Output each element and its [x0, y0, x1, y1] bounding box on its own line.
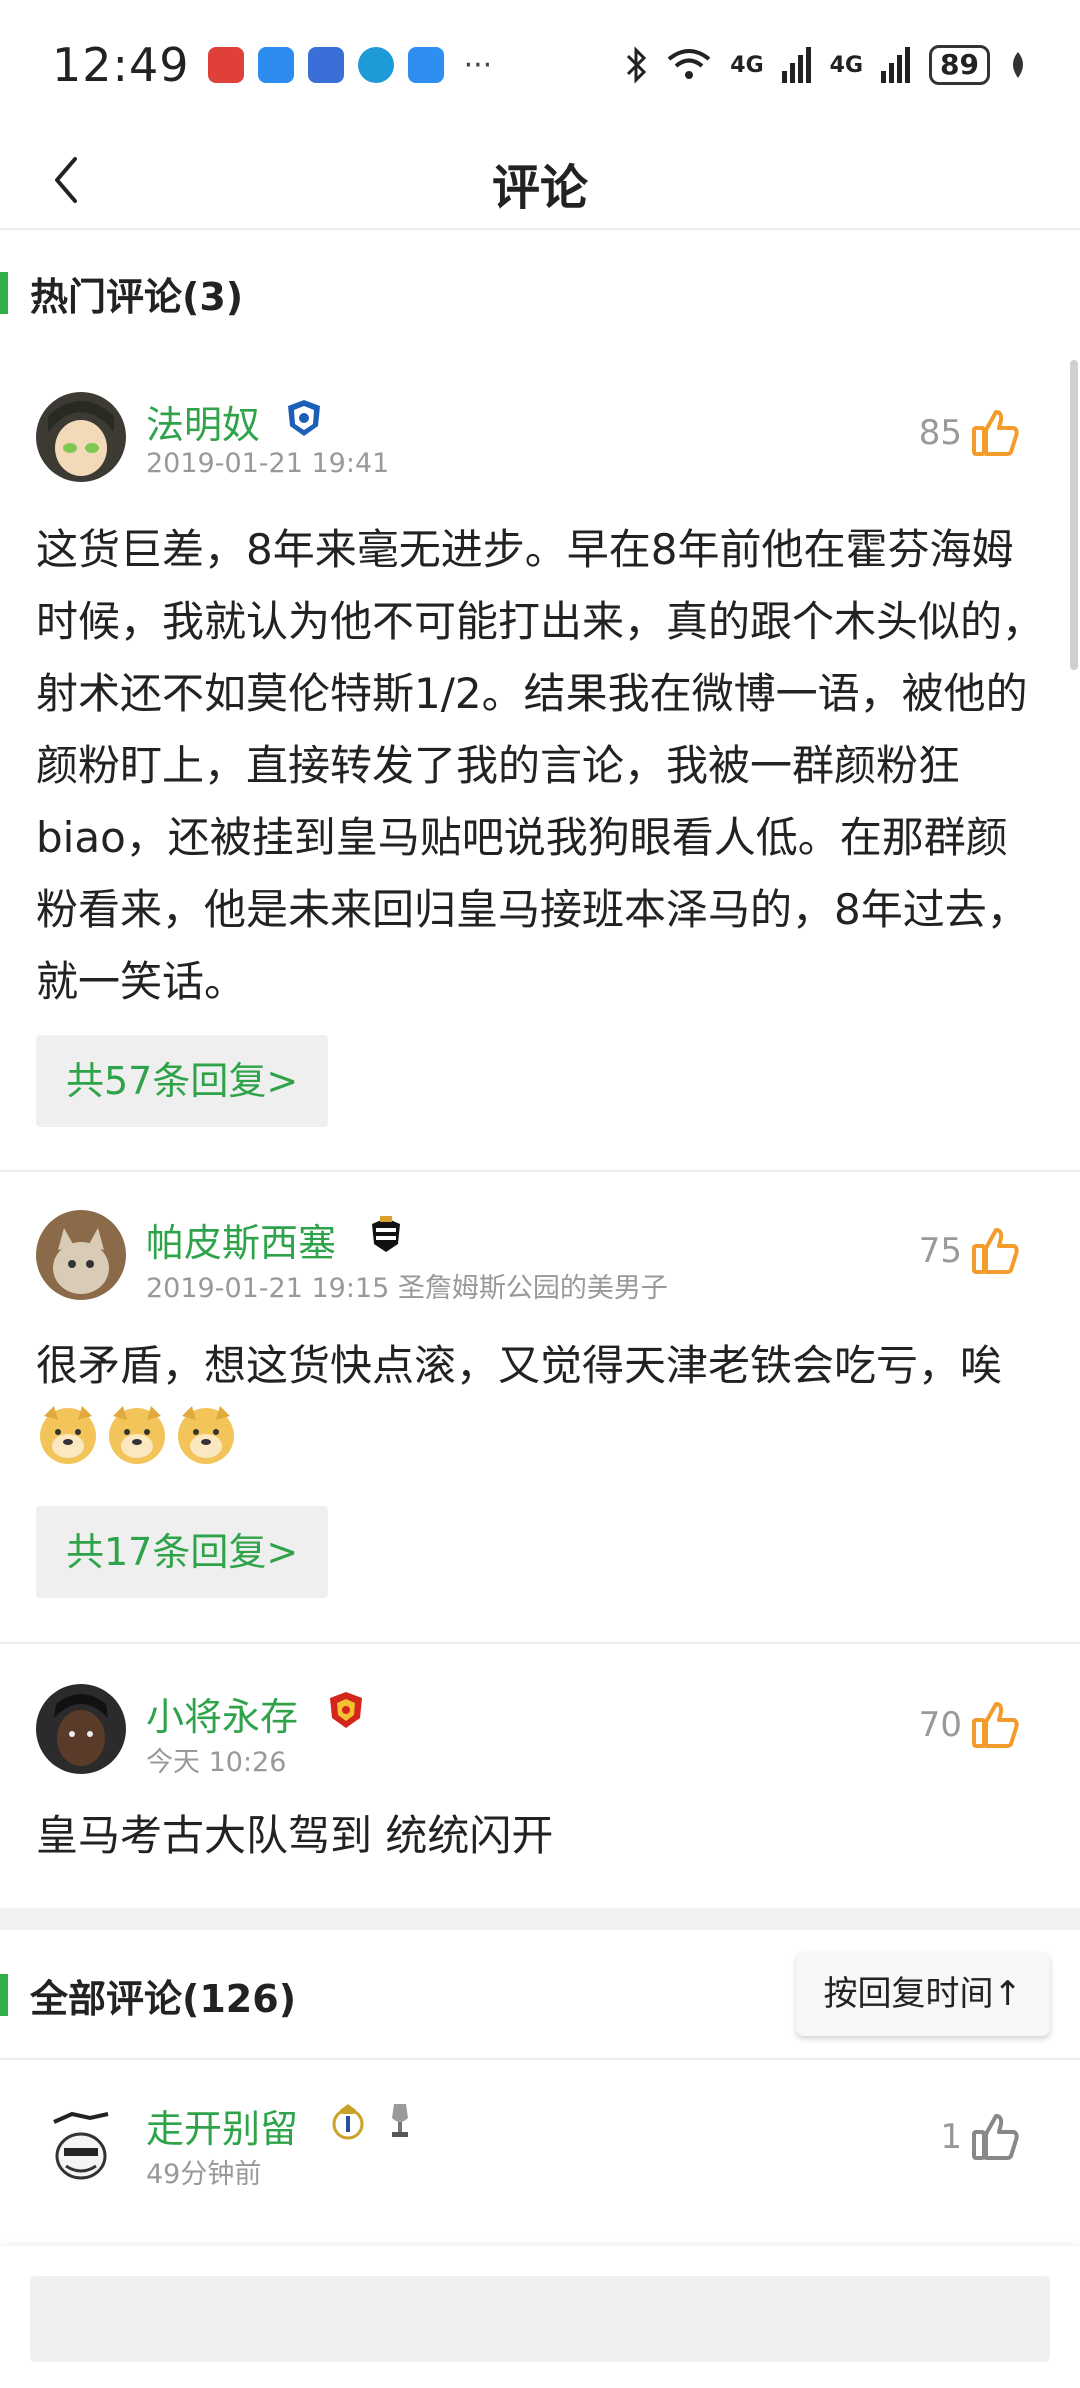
more-notifications-icon: ···	[463, 47, 493, 83]
leaf-icon	[1013, 52, 1023, 78]
all-comments-title: 全部评论(126)	[30, 1976, 297, 2021]
scrollbar[interactable]	[1070, 360, 1078, 670]
comment-item: 走开别留 49分钟前 1	[0, 2094, 1080, 2224]
like-button[interactable]: 70	[919, 1700, 1020, 1750]
doge-emoji-icon	[36, 1402, 100, 1470]
avatar[interactable]	[36, 1210, 126, 1300]
divider	[0, 1170, 1080, 1172]
view-replies-button[interactable]: 共17条回复>	[36, 1506, 329, 1598]
avatar[interactable]	[36, 2100, 126, 2190]
comment-item: 法明奴 2019-01-21 19:41 85 这货巨差，8年来毫无进步。早在8…	[0, 390, 1080, 1170]
section-accent-bar	[0, 272, 8, 314]
doge-emoji-icon	[105, 1402, 169, 1470]
thumbs-up-icon	[972, 1228, 1019, 1274]
signal-1-label: 4G	[730, 52, 764, 78]
comment-timestamp: 今天 10:26	[146, 1747, 287, 1778]
app-notification-icon	[207, 47, 244, 83]
weather-app-icon	[407, 47, 444, 83]
avatar[interactable]	[36, 392, 126, 482]
team-badge-icon	[332, 2104, 364, 2140]
comment-timestamp: 2019-01-21 19:41	[146, 448, 390, 479]
trophy-icon	[392, 2104, 408, 2137]
username[interactable]: 小将永存	[146, 1686, 298, 1741]
team-badge-icon	[288, 400, 320, 436]
signal-2-label: 4G	[829, 52, 864, 78]
comment-text: 很矛盾，想这货快点滚，又觉得天津老铁会吃亏，唉	[36, 1341, 1003, 1390]
like-count: 75	[918, 1231, 962, 1271]
message-app-icon	[257, 47, 294, 83]
comment-text: 这货巨差，8年来毫无进步。早在8年前他在霍芬海姆时候，我就认为他不可能打出来，真…	[36, 525, 1045, 1006]
divider	[0, 1642, 1080, 1644]
avatar[interactable]	[36, 1684, 126, 1774]
battery-level: 89	[929, 45, 990, 85]
thumbs-up-icon	[972, 2114, 1019, 2160]
comment-body: 很矛盾，想这货快点滚，又觉得天津老铁会吃亏，唉	[36, 1330, 1046, 1470]
comment-item: 小将永存 今天 10:26 70 皇马考古大队驾到 统统闪开	[0, 1684, 1080, 1904]
comment-input[interactable]	[30, 2276, 1050, 2362]
browser-app-icon	[307, 47, 344, 83]
comment-timestamp: 2019-01-21 19:15 圣詹姆斯公园的美男子	[146, 1273, 668, 1304]
status-bar: 12:49 ··· 4G 4G 89	[0, 0, 1080, 130]
like-count: 1	[940, 2117, 962, 2157]
status-time: 12:49	[52, 38, 190, 92]
thumbs-up-icon	[972, 1702, 1019, 1748]
comment-text: 皇马考古大队驾到 统统闪开	[36, 1811, 554, 1860]
doge-emoji-icon	[174, 1402, 238, 1470]
team-badge-icon	[372, 1216, 400, 1252]
like-count: 70	[918, 1705, 962, 1745]
like-button[interactable]: 1	[940, 2112, 1020, 2162]
comment-timestamp: 49分钟前	[146, 2159, 262, 2190]
signal-1-icon	[781, 47, 811, 83]
username[interactable]: 法明奴	[146, 394, 260, 449]
section-separator	[0, 1908, 1080, 1930]
notification-icons: ···	[207, 47, 493, 83]
signal-2-icon	[881, 47, 911, 83]
thumbs-up-icon	[972, 410, 1019, 456]
team-badge-icon	[330, 1692, 362, 1728]
edge-app-icon	[357, 47, 394, 83]
like-button[interactable]: 75	[919, 1226, 1020, 1276]
wifi-icon	[668, 49, 711, 79]
comment-input-bar	[0, 2246, 1080, 2388]
like-count: 85	[918, 413, 962, 453]
username[interactable]: 帕皮斯西塞	[146, 1212, 336, 1267]
hot-comments-header: 热门评论(3)	[0, 238, 1080, 348]
title-bar: 评论	[0, 130, 1080, 230]
username[interactable]: 走开别留	[146, 2098, 298, 2153]
sort-by-reply-time-button[interactable]: 按回复时间↑	[795, 1952, 1050, 2036]
hot-comments-title: 热门评论(3)	[30, 274, 244, 319]
divider	[0, 2058, 1080, 2060]
section-accent-bar	[0, 1974, 8, 2016]
bluetooth-icon	[627, 46, 647, 84]
page-title: 评论	[491, 160, 588, 216]
comment-item: 帕皮斯西塞 2019-01-21 19:15 圣詹姆斯公园的美男子 75 很矛盾…	[0, 1210, 1080, 1640]
like-button[interactable]: 85	[919, 408, 1020, 458]
view-replies-button[interactable]: 共57条回复>	[36, 1035, 329, 1127]
